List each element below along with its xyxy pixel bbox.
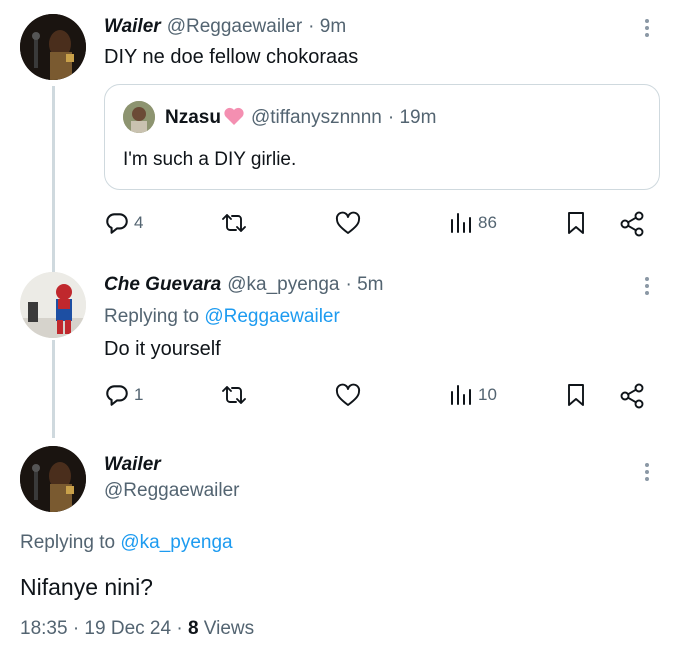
- replying-prefix: Replying to: [20, 532, 116, 553]
- quote-user-handle: @tiffanysznnnn: [250, 107, 382, 128]
- views-icon: [451, 385, 471, 405]
- reply-button[interactable]: 1: [104, 382, 143, 408]
- quote-timestamp: · 19m: [387, 107, 437, 128]
- tweet-meta: 18:35 · 19 Dec 24 · 8 Views: [20, 618, 254, 640]
- quote-display-name: Nzasu: [165, 107, 221, 128]
- user-handle[interactable]: @Reggaewailer: [104, 480, 239, 502]
- like-button[interactable]: [334, 382, 362, 408]
- like-icon: [335, 211, 361, 234]
- replying-to: Replying to @Reggaewailer: [104, 306, 340, 328]
- tweet-text: Do it yourself: [104, 338, 221, 360]
- quote-avatar: [123, 101, 155, 133]
- replying-prefix: Replying to: [104, 306, 200, 327]
- replying-to: Replying to @ka_pyenga: [20, 532, 233, 554]
- bookmark-button[interactable]: [564, 210, 588, 236]
- reply-icon: [106, 385, 128, 406]
- tweet-header: Wailer @Reggaewailer · 9m: [104, 14, 346, 40]
- views-count: 86: [478, 213, 497, 232]
- quoted-tweet[interactable]: Nzasu @tiffanysznnnn · 19m I'm such a DI…: [104, 84, 660, 190]
- thread-line: [52, 86, 55, 272]
- reply-count: 4: [134, 213, 144, 232]
- timestamp[interactable]: 18:35 · 19 Dec 24 ·: [20, 618, 183, 639]
- avatar[interactable]: [20, 446, 86, 512]
- reply-icon: [106, 213, 128, 234]
- share-button[interactable]: [618, 382, 646, 410]
- thread-line: [52, 340, 55, 438]
- like-button[interactable]: [334, 210, 362, 236]
- bookmark-icon: [568, 212, 584, 234]
- user-handle[interactable]: @Reggaewailer: [167, 16, 302, 38]
- reply-button[interactable]: 4: [104, 210, 143, 236]
- views-button[interactable]: 10: [448, 382, 497, 408]
- tweet-text: DIY ne doe fellow chokoraas: [104, 46, 359, 68]
- share-icon: [620, 383, 644, 409]
- views-label: Views: [203, 618, 255, 639]
- retweet-button[interactable]: [219, 210, 249, 236]
- like-icon: [335, 383, 361, 406]
- display-name[interactable]: Wailer: [104, 454, 161, 476]
- heart-emoji-icon: [223, 106, 245, 131]
- mention-link[interactable]: @Reggaewailer: [204, 306, 339, 327]
- mention-link[interactable]: @ka_pyenga: [120, 532, 232, 553]
- retweet-icon: [222, 386, 246, 404]
- views-count: 8: [187, 618, 199, 639]
- tweet-text: Nifanye nini?: [20, 574, 153, 600]
- more-icon[interactable]: [644, 277, 650, 298]
- display-name[interactable]: Wailer: [104, 16, 161, 38]
- display-name[interactable]: Che Guevara: [104, 274, 221, 296]
- more-icon[interactable]: [644, 19, 650, 40]
- avatar[interactable]: [20, 272, 86, 338]
- bookmark-button[interactable]: [564, 382, 588, 408]
- retweet-button[interactable]: [219, 382, 249, 408]
- more-icon[interactable]: [644, 463, 650, 484]
- share-icon: [620, 211, 644, 237]
- quote-text: I'm such a DIY girlie.: [123, 149, 297, 170]
- views-count: 10: [478, 385, 497, 404]
- timestamp[interactable]: · 5m: [346, 274, 384, 296]
- retweet-icon: [222, 214, 246, 232]
- timestamp[interactable]: · 9m: [308, 16, 346, 38]
- views-button[interactable]: 86: [448, 210, 497, 236]
- share-button[interactable]: [618, 210, 646, 238]
- user-handle[interactable]: @ka_pyenga: [227, 274, 339, 296]
- reply-count: 1: [134, 385, 144, 404]
- views-icon: [451, 213, 471, 233]
- tweet-header: Che Guevara @ka_pyenga · 5m: [104, 272, 384, 298]
- bookmark-icon: [568, 384, 584, 406]
- avatar[interactable]: [20, 14, 86, 80]
- quote-header: Nzasu @tiffanysznnnn · 19m: [165, 105, 436, 131]
